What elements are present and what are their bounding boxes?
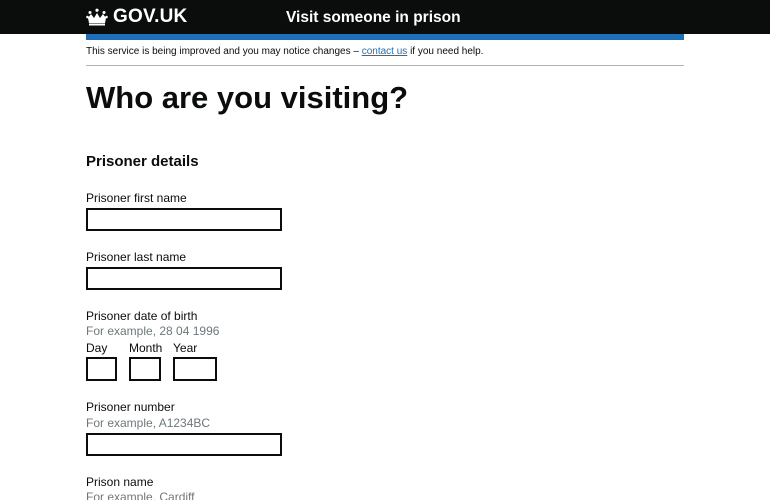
logo-text: GOV.UK (113, 6, 188, 27)
last-name-label: Prisoner last name (86, 250, 187, 264)
prisoner-number-input[interactable] (86, 433, 282, 456)
section-heading: Prisoner details (86, 153, 199, 170)
dob-year-input[interactable] (173, 357, 217, 381)
first-name-label: Prisoner first name (86, 191, 187, 205)
dob-label: Prisoner date of birth (86, 309, 198, 323)
last-name-input[interactable] (86, 267, 282, 290)
dob-day-label: Day (86, 341, 108, 355)
govuk-logo-link[interactable]: GOV.UK (86, 5, 187, 29)
header-accent-bar (86, 34, 684, 40)
dob-day-input[interactable] (86, 357, 117, 381)
crown-icon (86, 8, 108, 26)
phase-banner-text-after: if you need help. (407, 46, 484, 57)
first-name-input[interactable] (86, 208, 282, 231)
prison-name-label: Prison name (86, 475, 154, 489)
prison-name-hint: For example, Cardiff (86, 490, 195, 500)
prisoner-number-hint: For example, A1234BC (86, 416, 211, 430)
page-title: Who are you visiting? (86, 80, 409, 115)
dob-month-input[interactable] (129, 357, 161, 381)
phase-banner-text: This service is being improved and you m… (86, 46, 362, 57)
prisoner-number-label: Prisoner number (86, 400, 175, 414)
dob-month-label: Month (129, 341, 163, 355)
header: GOV.UK Visit someone in prison (0, 0, 770, 34)
contact-us-link[interactable]: contact us (362, 46, 408, 57)
dob-year-label: Year (173, 341, 198, 355)
dob-hint: For example, 28 04 1996 (86, 324, 220, 338)
phase-banner: This service is being improved and you m… (86, 45, 684, 66)
service-name-link[interactable]: Visit someone in prison (286, 9, 461, 27)
